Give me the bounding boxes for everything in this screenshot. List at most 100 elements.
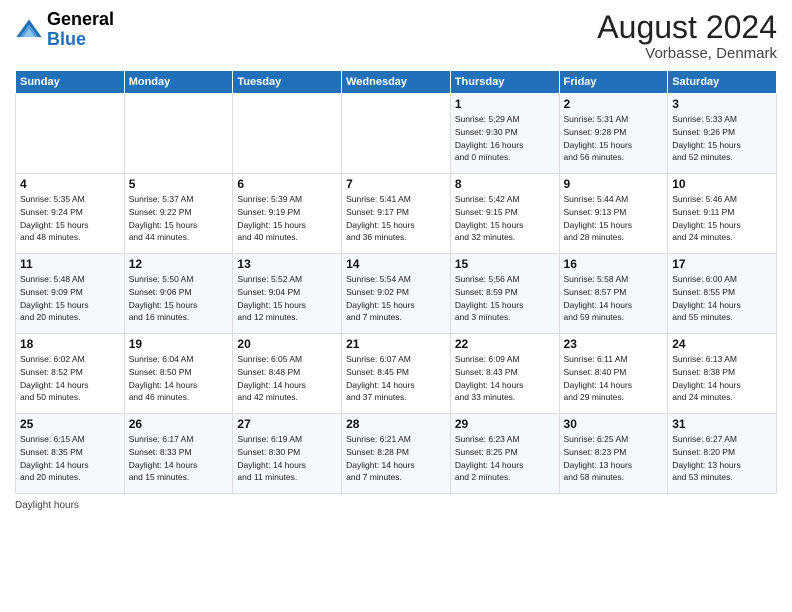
day-info: Sunrise: 5:44 AM Sunset: 9:13 PM Dayligh… xyxy=(564,193,664,244)
day-cell: 5Sunrise: 5:37 AM Sunset: 9:22 PM Daylig… xyxy=(124,174,233,254)
day-cell xyxy=(124,94,233,174)
col-tuesday: Tuesday xyxy=(233,71,342,94)
calendar-header: Sunday Monday Tuesday Wednesday Thursday… xyxy=(16,71,777,94)
day-info: Sunrise: 6:13 AM Sunset: 8:38 PM Dayligh… xyxy=(672,353,772,404)
day-cell: 9 Sunrise: 5:44 AM Sunset: 9:13 PM Daylig… xyxy=(559,174,668,254)
day-cell: 3Sunrise: 5:33 AM Sunset: 9:26 PM Daylig… xyxy=(668,94,777,174)
day-info: Sunrise: 6:02 AM Sunset: 8:52 PM Dayligh… xyxy=(20,353,120,404)
day-cell: 2 Sunrise: 5:31 AM Sunset: 9:28 PM Daylig… xyxy=(559,94,668,174)
logo-icon xyxy=(15,16,43,44)
day-number: 31 xyxy=(672,417,772,431)
day-cell: 12Sunrise: 5:50 AM Sunset: 9:06 PM Dayli… xyxy=(124,254,233,334)
day-cell xyxy=(16,94,125,174)
day-cell: 18Sunrise: 6:02 AM Sunset: 8:52 PM Dayli… xyxy=(16,334,125,414)
calendar-table: Sunday Monday Tuesday Wednesday Thursday… xyxy=(15,70,777,494)
day-info: Sunrise: 6:17 AM Sunset: 8:33 PM Dayligh… xyxy=(129,433,229,484)
day-number: 4 xyxy=(20,177,120,191)
day-cell: 14 Sunrise: 5:54 AM Sunset: 9:02 PM Dayli… xyxy=(342,254,451,334)
day-cell: 4 Sunrise: 5:35 AM Sunset: 9:24 PM Daylig… xyxy=(16,174,125,254)
day-number: 7 xyxy=(346,177,446,191)
day-info: Sunrise: 6:15 AM Sunset: 8:35 PM Dayligh… xyxy=(20,433,120,484)
day-info: Sunrise: 5:52 AM Sunset: 9:04 PM Dayligh… xyxy=(237,273,337,324)
day-info: Sunrise: 6:25 AM Sunset: 8:23 PM Dayligh… xyxy=(564,433,664,484)
day-number: 21 xyxy=(346,337,446,351)
day-number: 17 xyxy=(672,257,772,271)
day-info: Sunrise: 6:04 AM Sunset: 8:50 PM Dayligh… xyxy=(129,353,229,404)
day-info: Sunrise: 5:31 AM Sunset: 9:28 PM Dayligh… xyxy=(564,113,664,164)
day-number: 12 xyxy=(129,257,229,271)
week-row-5: 25 Sunrise: 6:15 AM Sunset: 8:35 PM Dayli… xyxy=(16,414,777,494)
day-info: Sunrise: 5:42 AM Sunset: 9:15 PM Dayligh… xyxy=(455,193,555,244)
day-cell: 11Sunrise: 5:48 AM Sunset: 9:09 PM Dayli… xyxy=(16,254,125,334)
day-number: 5 xyxy=(129,177,229,191)
day-number: 29 xyxy=(455,417,555,431)
week-row-3: 11Sunrise: 5:48 AM Sunset: 9:09 PM Dayli… xyxy=(16,254,777,334)
day-cell: 22 Sunrise: 6:09 AM Sunset: 8:43 PM Dayli… xyxy=(450,334,559,414)
col-saturday: Saturday xyxy=(668,71,777,94)
page: General Blue August 2024 Vorbasse, Denma… xyxy=(0,0,792,612)
day-cell: 23Sunrise: 6:11 AM Sunset: 8:40 PM Dayli… xyxy=(559,334,668,414)
day-number: 24 xyxy=(672,337,772,351)
day-info: Sunrise: 5:54 AM Sunset: 9:02 PM Dayligh… xyxy=(346,273,446,324)
day-cell: 15Sunrise: 5:56 AM Sunset: 8:59 PM Dayli… xyxy=(450,254,559,334)
day-number: 14 xyxy=(346,257,446,271)
day-cell: 13Sunrise: 5:52 AM Sunset: 9:04 PM Dayli… xyxy=(233,254,342,334)
day-cell: 25 Sunrise: 6:15 AM Sunset: 8:35 PM Dayli… xyxy=(16,414,125,494)
day-cell: 20 Sunrise: 6:05 AM Sunset: 8:48 PM Dayli… xyxy=(233,334,342,414)
calendar-body: 1Sunrise: 5:29 AM Sunset: 9:30 PM Daylig… xyxy=(16,94,777,494)
day-info: Sunrise: 5:41 AM Sunset: 9:17 PM Dayligh… xyxy=(346,193,446,244)
week-row-1: 1Sunrise: 5:29 AM Sunset: 9:30 PM Daylig… xyxy=(16,94,777,174)
col-wednesday: Wednesday xyxy=(342,71,451,94)
day-number: 26 xyxy=(129,417,229,431)
day-info: Sunrise: 6:11 AM Sunset: 8:40 PM Dayligh… xyxy=(564,353,664,404)
day-info: Sunrise: 5:58 AM Sunset: 8:57 PM Dayligh… xyxy=(564,273,664,324)
day-info: Sunrise: 6:21 AM Sunset: 8:28 PM Dayligh… xyxy=(346,433,446,484)
day-cell: 21 Sunrise: 6:07 AM Sunset: 8:45 PM Dayli… xyxy=(342,334,451,414)
day-info: Sunrise: 6:07 AM Sunset: 8:45 PM Dayligh… xyxy=(346,353,446,404)
day-cell: 26 Sunrise: 6:17 AM Sunset: 8:33 PM Dayli… xyxy=(124,414,233,494)
day-number: 6 xyxy=(237,177,337,191)
location: Vorbasse, Denmark xyxy=(597,45,777,62)
day-info: Sunrise: 6:27 AM Sunset: 8:20 PM Dayligh… xyxy=(672,433,772,484)
day-cell: 16Sunrise: 5:58 AM Sunset: 8:57 PM Dayli… xyxy=(559,254,668,334)
day-info: Sunrise: 5:56 AM Sunset: 8:59 PM Dayligh… xyxy=(455,273,555,324)
day-info: Sunrise: 6:09 AM Sunset: 8:43 PM Dayligh… xyxy=(455,353,555,404)
day-info: Sunrise: 6:05 AM Sunset: 8:48 PM Dayligh… xyxy=(237,353,337,404)
day-number: 3 xyxy=(672,97,772,111)
col-friday: Friday xyxy=(559,71,668,94)
day-cell: 1Sunrise: 5:29 AM Sunset: 9:30 PM Daylig… xyxy=(450,94,559,174)
day-info: Sunrise: 6:19 AM Sunset: 8:30 PM Dayligh… xyxy=(237,433,337,484)
day-number: 22 xyxy=(455,337,555,351)
day-number: 10 xyxy=(672,177,772,191)
day-number: 11 xyxy=(20,257,120,271)
week-row-2: 4 Sunrise: 5:35 AM Sunset: 9:24 PM Daylig… xyxy=(16,174,777,254)
col-monday: Monday xyxy=(124,71,233,94)
day-cell: 30 Sunrise: 6:25 AM Sunset: 8:23 PM Dayli… xyxy=(559,414,668,494)
day-number: 30 xyxy=(564,417,664,431)
day-number: 2 xyxy=(564,97,664,111)
day-number: 9 xyxy=(564,177,664,191)
day-cell: 24 Sunrise: 6:13 AM Sunset: 8:38 PM Dayli… xyxy=(668,334,777,414)
day-number: 1 xyxy=(455,97,555,111)
day-cell: 7 Sunrise: 5:41 AM Sunset: 9:17 PM Daylig… xyxy=(342,174,451,254)
day-cell: 19Sunrise: 6:04 AM Sunset: 8:50 PM Dayli… xyxy=(124,334,233,414)
day-cell xyxy=(342,94,451,174)
day-number: 20 xyxy=(237,337,337,351)
day-info: Sunrise: 5:35 AM Sunset: 9:24 PM Dayligh… xyxy=(20,193,120,244)
day-number: 8 xyxy=(455,177,555,191)
daylight-label: Daylight hours xyxy=(15,500,79,511)
month-title: August 2024 xyxy=(597,10,777,45)
day-cell: 31 Sunrise: 6:27 AM Sunset: 8:20 PM Dayli… xyxy=(668,414,777,494)
day-info: Sunrise: 6:00 AM Sunset: 8:55 PM Dayligh… xyxy=(672,273,772,324)
day-cell xyxy=(233,94,342,174)
day-number: 27 xyxy=(237,417,337,431)
day-cell: 6 Sunrise: 5:39 AM Sunset: 9:19 PM Daylig… xyxy=(233,174,342,254)
day-cell: 29 Sunrise: 6:23 AM Sunset: 8:25 PM Dayli… xyxy=(450,414,559,494)
day-info: Sunrise: 5:39 AM Sunset: 9:19 PM Dayligh… xyxy=(237,193,337,244)
logo-text: General Blue xyxy=(47,10,114,50)
day-number: 25 xyxy=(20,417,120,431)
header-row: Sunday Monday Tuesday Wednesday Thursday… xyxy=(16,71,777,94)
day-cell: 10Sunrise: 5:46 AM Sunset: 9:11 PM Dayli… xyxy=(668,174,777,254)
day-info: Sunrise: 6:23 AM Sunset: 8:25 PM Dayligh… xyxy=(455,433,555,484)
day-cell: 17 Sunrise: 6:00 AM Sunset: 8:55 PM Dayli… xyxy=(668,254,777,334)
